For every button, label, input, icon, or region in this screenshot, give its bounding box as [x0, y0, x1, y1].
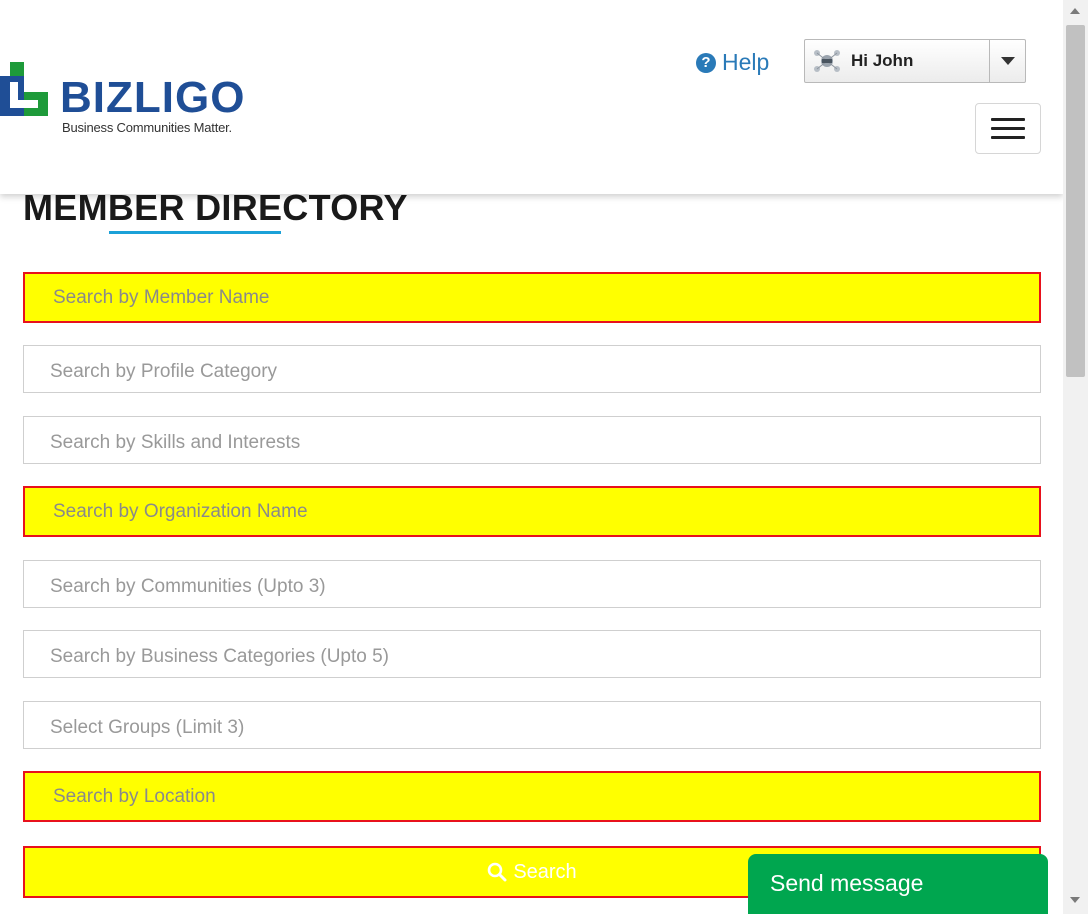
scrollbar-thumb[interactable]	[1066, 25, 1085, 377]
skills-interests-search-input[interactable]	[23, 416, 1041, 464]
page: BIZLIGO Business Communities Matter. ? H…	[0, 0, 1088, 914]
bizligo-logo[interactable]: BIZLIGO Business Communities Matter.	[0, 62, 270, 138]
question-circle-icon: ?	[696, 52, 716, 73]
search-icon	[488, 862, 507, 882]
hamburger-icon-bar	[991, 118, 1025, 121]
send-message-label: Send message	[770, 870, 924, 896]
caret-down-icon	[1000, 57, 1015, 65]
user-menu-dropdown[interactable]: Hi John	[804, 39, 1026, 83]
logo-tagline: Business Communities Matter.	[62, 120, 232, 135]
search-button-label: Search	[513, 860, 577, 883]
menu-toggle-button[interactable]	[975, 103, 1041, 154]
user-greeting: Hi John	[851, 51, 914, 70]
title-underline	[109, 231, 281, 234]
organization-name-search-input[interactable]	[23, 486, 1041, 537]
hamburger-icon-bar	[991, 136, 1025, 139]
avatar-image-icon	[814, 50, 840, 72]
profile-category-search-input[interactable]	[23, 345, 1041, 393]
scroll-down-arrow-icon[interactable]	[1070, 897, 1080, 903]
groups-select-input[interactable]	[23, 701, 1041, 749]
send-message-chat-widget[interactable]: Send message	[748, 854, 1048, 914]
site-header: BIZLIGO Business Communities Matter. ? H…	[0, 0, 1063, 194]
help-label: Help	[722, 49, 770, 75]
logo-mark-icon	[0, 62, 48, 116]
scroll-up-arrow-icon[interactable]	[1070, 8, 1080, 14]
location-search-input[interactable]	[23, 771, 1041, 822]
avatar	[811, 45, 843, 77]
communities-search-input[interactable]	[23, 560, 1041, 608]
help-link[interactable]: ? Help	[696, 49, 769, 76]
member-name-search-input[interactable]	[23, 272, 1041, 323]
logo-wordmark: BIZLIGO	[60, 73, 246, 122]
user-menu-toggle[interactable]	[989, 40, 1025, 82]
hamburger-icon-bar	[991, 127, 1025, 130]
business-categories-search-input[interactable]	[23, 630, 1041, 678]
page-scrollbar[interactable]	[1063, 0, 1088, 914]
